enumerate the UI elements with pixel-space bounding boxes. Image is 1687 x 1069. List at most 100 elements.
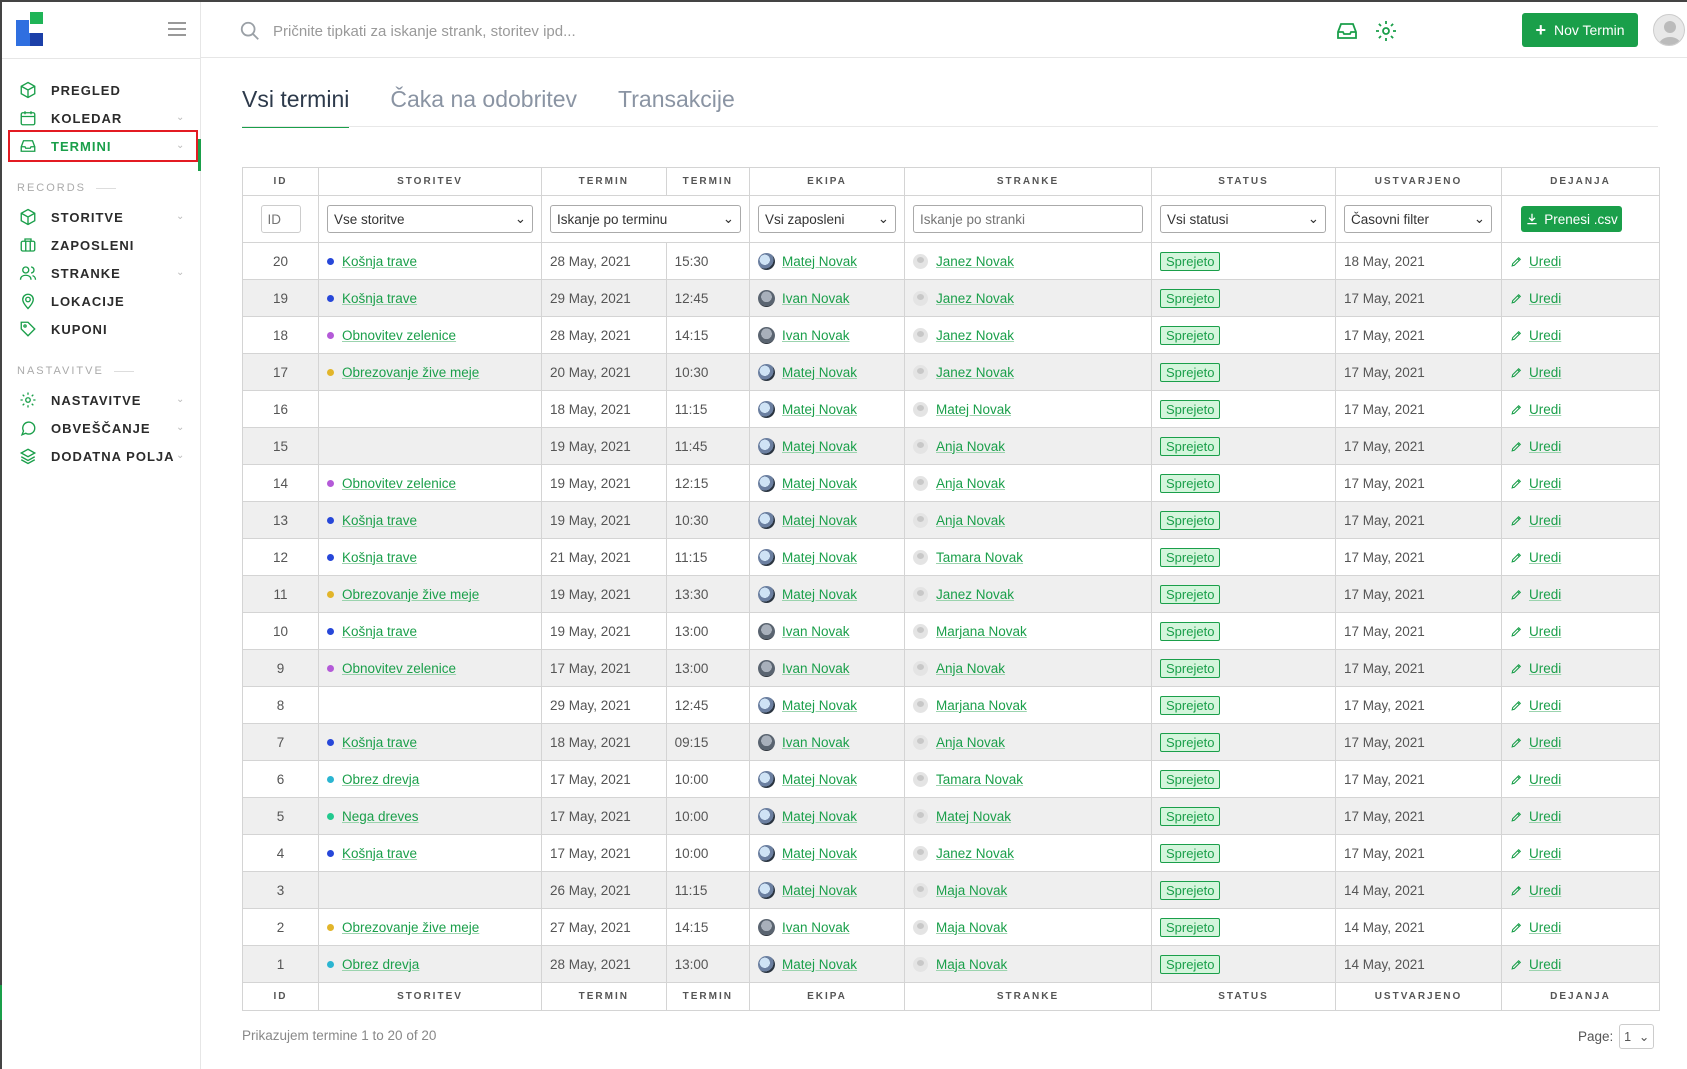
employee-filter-select[interactable]: Vsi zaposleni ⌄ (758, 205, 896, 233)
column-header-created[interactable]: USTVARJENO (1335, 167, 1502, 196)
service-link[interactable]: Košnja trave (342, 735, 417, 750)
edit-link[interactable]: Uredi (1529, 624, 1561, 639)
column-header-id[interactable]: ID (242, 167, 319, 196)
customer-link[interactable]: Anja Novak (936, 661, 1005, 676)
employee-link[interactable]: Matej Novak (782, 846, 857, 861)
date-filter-select[interactable]: Iskanje po terminu ⌄ (550, 205, 741, 233)
sidebar-item-zaposleni[interactable]: ZAPOSLENI (10, 231, 196, 259)
service-link[interactable]: Košnja trave (342, 846, 417, 861)
sidebar-item-pregled[interactable]: PREGLED (10, 76, 196, 104)
employee-link[interactable]: Ivan Novak (782, 735, 850, 750)
created-filter-select[interactable]: Časovni filter ⌄ (1344, 205, 1492, 233)
column-header-date[interactable]: TERMIN (541, 167, 667, 196)
edit-link[interactable]: Uredi (1529, 328, 1561, 343)
sidebar-item-nastavitve[interactable]: NASTAVITVE ⌄ (10, 386, 196, 414)
employee-link[interactable]: Matej Novak (782, 772, 857, 787)
edit-link[interactable]: Uredi (1529, 476, 1561, 491)
customer-link[interactable]: Janez Novak (936, 328, 1014, 343)
employee-link[interactable]: Matej Novak (782, 698, 857, 713)
customer-link[interactable]: Tamara Novak (936, 772, 1023, 787)
new-appointment-button[interactable]: + Nov Termin (1522, 13, 1638, 47)
edit-link[interactable]: Uredi (1529, 291, 1561, 306)
service-link[interactable]: Obrezovanje žive meje (342, 920, 479, 935)
edit-link[interactable]: Uredi (1529, 846, 1561, 861)
edit-link[interactable]: Uredi (1529, 809, 1561, 824)
edit-link[interactable]: Uredi (1529, 920, 1561, 935)
service-link[interactable]: Košnja trave (342, 624, 417, 639)
service-link[interactable]: Obnovitev zelenice (342, 328, 456, 343)
customer-link[interactable]: Anja Novak (936, 439, 1005, 454)
service-link[interactable]: Obrezovanje žive meje (342, 365, 479, 380)
customer-link[interactable]: Anja Novak (936, 735, 1005, 750)
user-avatar[interactable] (1653, 14, 1685, 46)
app-logo[interactable] (16, 12, 52, 46)
customer-link[interactable]: Janez Novak (936, 365, 1014, 380)
service-filter-select[interactable]: Vse storitve ⌄ (327, 205, 533, 233)
edit-link[interactable]: Uredi (1529, 439, 1561, 454)
sidebar-item-dodatna-polja[interactable]: DODATNA POLJA ⌄ (10, 442, 196, 470)
sidebar-item-lokacije[interactable]: LOKACIJE (10, 287, 196, 315)
edit-link[interactable]: Uredi (1529, 513, 1561, 528)
page-select[interactable]: 1 ⌄ (1619, 1024, 1655, 1049)
sidebar-item-termini[interactable]: TERMINI ⌄ (8, 130, 198, 162)
edit-link[interactable]: Uredi (1529, 883, 1561, 898)
employee-link[interactable]: Matej Novak (782, 402, 857, 417)
edit-link[interactable]: Uredi (1529, 587, 1561, 602)
service-link[interactable]: Nega dreves (342, 809, 419, 824)
customer-link[interactable]: Marjana Novak (936, 698, 1027, 713)
column-header-customers[interactable]: STRANKE (904, 167, 1152, 196)
customer-filter-input[interactable] (913, 205, 1143, 233)
employee-link[interactable]: Matej Novak (782, 809, 857, 824)
sidebar-item-kuponi[interactable]: KUPONI (10, 315, 196, 343)
employee-link[interactable]: Ivan Novak (782, 624, 850, 639)
edit-link[interactable]: Uredi (1529, 402, 1561, 417)
column-header-service[interactable]: STORITEV (318, 167, 542, 196)
column-header-team[interactable]: EKIPA (749, 167, 905, 196)
customer-link[interactable]: Janez Novak (936, 846, 1014, 861)
employee-link[interactable]: Matej Novak (782, 439, 857, 454)
service-link[interactable]: Košnja trave (342, 254, 417, 269)
employee-link[interactable]: Ivan Novak (782, 328, 850, 343)
edit-link[interactable]: Uredi (1529, 698, 1561, 713)
edit-link[interactable]: Uredi (1529, 365, 1561, 380)
customer-link[interactable]: Tamara Novak (936, 550, 1023, 565)
sidebar-item-stranke[interactable]: STRANKE ⌄ (10, 259, 196, 287)
employee-link[interactable]: Matej Novak (782, 883, 857, 898)
tab-all-appointments[interactable]: Vsi termini (242, 86, 350, 128)
search-input[interactable] (273, 18, 873, 44)
status-filter-select[interactable]: Vsi statusi ⌄ (1160, 205, 1326, 233)
customer-link[interactable]: Maja Novak (936, 920, 1007, 935)
gear-icon[interactable] (1374, 19, 1398, 43)
edit-link[interactable]: Uredi (1529, 957, 1561, 972)
employee-link[interactable]: Ivan Novak (782, 920, 850, 935)
column-header-time[interactable]: TERMIN (665, 167, 751, 196)
sidebar-item-koledar[interactable]: KOLEDAR ⌄ (10, 104, 196, 132)
sidebar-item-obvescanje[interactable]: OBVEŠČANJE ⌄ (10, 414, 196, 442)
search-icon[interactable] (239, 20, 261, 42)
id-filter-input[interactable] (260, 205, 301, 233)
employee-link[interactable]: Matej Novak (782, 254, 857, 269)
service-link[interactable]: Obnovitev zelenice (342, 476, 456, 491)
employee-link[interactable]: Matej Novak (782, 587, 857, 602)
customer-link[interactable]: Maja Novak (936, 957, 1007, 972)
edit-link[interactable]: Uredi (1529, 254, 1561, 269)
edit-link[interactable]: Uredi (1529, 735, 1561, 750)
tab-pending-approval[interactable]: Čaka na odobritev (390, 86, 577, 128)
edit-link[interactable]: Uredi (1529, 772, 1561, 787)
customer-link[interactable]: Janez Novak (936, 291, 1014, 306)
employee-link[interactable]: Matej Novak (782, 550, 857, 565)
employee-link[interactable]: Matej Novak (782, 957, 857, 972)
sidebar-item-storitve[interactable]: STORITVE ⌄ (10, 203, 196, 231)
customer-link[interactable]: Matej Novak (936, 402, 1011, 417)
customer-link[interactable]: Marjana Novak (936, 624, 1027, 639)
customer-link[interactable]: Maja Novak (936, 883, 1007, 898)
employee-link[interactable]: Matej Novak (782, 476, 857, 491)
employee-link[interactable]: Ivan Novak (782, 661, 850, 676)
service-link[interactable]: Obrezovanje žive meje (342, 587, 479, 602)
download-csv-button[interactable]: Prenesi .csv (1521, 206, 1622, 232)
employee-link[interactable]: Matej Novak (782, 365, 857, 380)
service-link[interactable]: Košnja trave (342, 513, 417, 528)
employee-link[interactable]: Ivan Novak (782, 291, 850, 306)
customer-link[interactable]: Janez Novak (936, 254, 1014, 269)
edit-link[interactable]: Uredi (1529, 550, 1561, 565)
